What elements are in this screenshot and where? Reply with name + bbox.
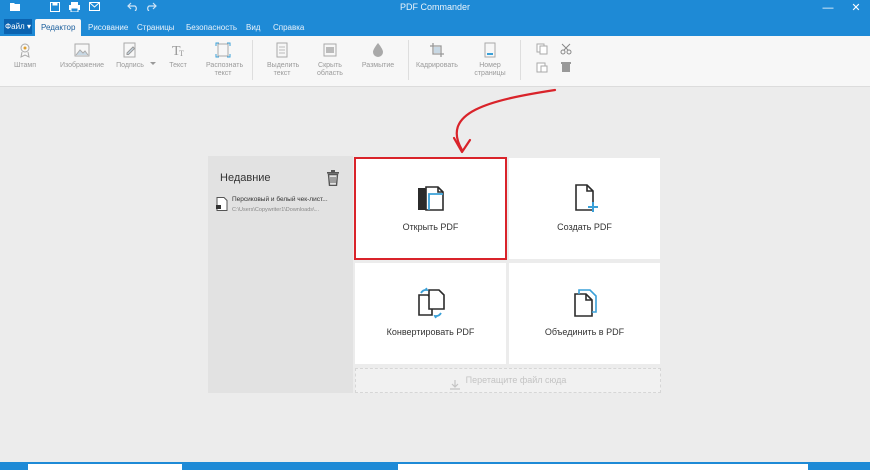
- ribbon-separator: [520, 40, 521, 80]
- copy-icon[interactable]: [536, 42, 548, 55]
- pdf-file-icon: [216, 197, 228, 211]
- taskbar-segment: [28, 464, 182, 470]
- drop-zone-label: Перетащите файл сюда: [465, 375, 567, 385]
- hide-area-button[interactable]: Скрыть область: [310, 42, 350, 78]
- image-button[interactable]: Изображение: [58, 42, 106, 70]
- stamp-icon: [17, 42, 33, 58]
- signature-icon: [122, 42, 138, 58]
- file-menu-button[interactable]: Файл ▾: [4, 19, 32, 34]
- cut-icon[interactable]: [560, 42, 572, 55]
- recognize-text-label: Распознать текст: [206, 62, 244, 77]
- recent-file-path: C:\Users\Copywriter1\Downloads\...: [232, 207, 320, 213]
- tab-editor[interactable]: Редактор: [35, 19, 82, 36]
- create-pdf-label: Создать PDF: [557, 222, 612, 232]
- tab-security[interactable]: Безопасность: [180, 19, 243, 36]
- window-title: PDF Commander: [399, 2, 471, 12]
- ribbon-toolbar: Штамп Изображение Подпись TT Текст Распо…: [0, 36, 870, 87]
- merge-pdf-label: Объединить в PDF: [544, 327, 625, 337]
- blur-label: Размытие: [361, 62, 395, 69]
- download-icon: [449, 376, 460, 390]
- merge-pdf-tile[interactable]: Объединить в PDF: [509, 263, 660, 364]
- convert-pdf-label: Конвертировать PDF: [386, 327, 475, 337]
- svg-text:T: T: [179, 49, 184, 58]
- open-pdf-tile[interactable]: Открыть PDF: [354, 157, 507, 260]
- create-pdf-icon: [569, 182, 601, 214]
- menu-bar: Файл ▾ Редактор Рисование Страницы Безоп…: [0, 17, 870, 36]
- image-label: Изображение: [59, 62, 105, 69]
- recent-heading: Недавние: [220, 172, 271, 184]
- ribbon-separator: [408, 40, 409, 80]
- page-number-icon: [482, 42, 498, 58]
- drop-zone[interactable]: Перетащите файл сюда: [355, 368, 661, 393]
- taskbar-segment: [398, 464, 808, 470]
- minimize-icon[interactable]: —: [814, 0, 842, 17]
- trash-icon[interactable]: [326, 170, 340, 187]
- page-number-button[interactable]: Номер страницы: [470, 42, 510, 78]
- hide-area-icon: [322, 42, 338, 58]
- open-pdf-label: Открыть PDF: [402, 222, 459, 232]
- select-text-icon: [274, 42, 290, 58]
- crop-icon: [429, 42, 445, 58]
- text-button[interactable]: TT Текст: [164, 42, 192, 70]
- text-icon: TT: [170, 42, 186, 59]
- text-label: Текст: [169, 62, 187, 69]
- convert-pdf-tile[interactable]: Конвертировать PDF: [355, 263, 506, 364]
- ribbon-separator: [252, 40, 253, 80]
- image-icon: [74, 42, 90, 58]
- recent-file-name: Персиковый и белый чек-лист...: [232, 196, 328, 203]
- recent-file-item[interactable]: Персиковый и белый чек-лист... C:\Users\…: [216, 196, 351, 220]
- create-pdf-tile[interactable]: Создать PDF: [509, 158, 660, 259]
- signature-label: Подпись: [116, 62, 144, 69]
- tab-drawing[interactable]: Рисование: [82, 19, 134, 36]
- page-number-label: Номер страницы: [474, 62, 506, 77]
- blur-drop-icon: [370, 42, 386, 58]
- close-icon[interactable]: ✕: [842, 0, 870, 17]
- merge-pdf-icon: [569, 287, 601, 319]
- delete-icon[interactable]: [560, 60, 572, 72]
- stamp-button[interactable]: Штамп: [10, 42, 40, 70]
- signature-dropdown-icon[interactable]: [147, 56, 159, 68]
- select-text-label: Выделить текст: [267, 62, 300, 77]
- paste-icon[interactable]: [536, 60, 548, 73]
- stamp-label: Штамп: [13, 62, 37, 69]
- crop-label: Кадрировать: [416, 62, 458, 69]
- ocr-icon: [215, 42, 231, 58]
- select-text-button[interactable]: Выделить текст: [262, 42, 302, 78]
- taskbar-edge: [0, 462, 870, 470]
- signature-button[interactable]: Подпись: [112, 42, 148, 70]
- tab-view[interactable]: Вид: [240, 19, 266, 36]
- hide-area-label: Скрыть область: [317, 62, 343, 77]
- blur-button[interactable]: Размытие: [358, 42, 398, 70]
- recent-panel: Недавние Персиковый и белый чек-лист... …: [208, 156, 353, 393]
- tab-pages[interactable]: Страницы: [131, 19, 181, 36]
- title-bar: PDF Commander — ✕: [0, 0, 870, 17]
- crop-button[interactable]: Кадрировать: [414, 42, 460, 70]
- recognize-text-button[interactable]: Распознать текст: [201, 42, 245, 78]
- convert-pdf-icon: [415, 287, 447, 319]
- tab-help[interactable]: Справка: [267, 19, 310, 36]
- open-pdf-icon: [415, 182, 447, 214]
